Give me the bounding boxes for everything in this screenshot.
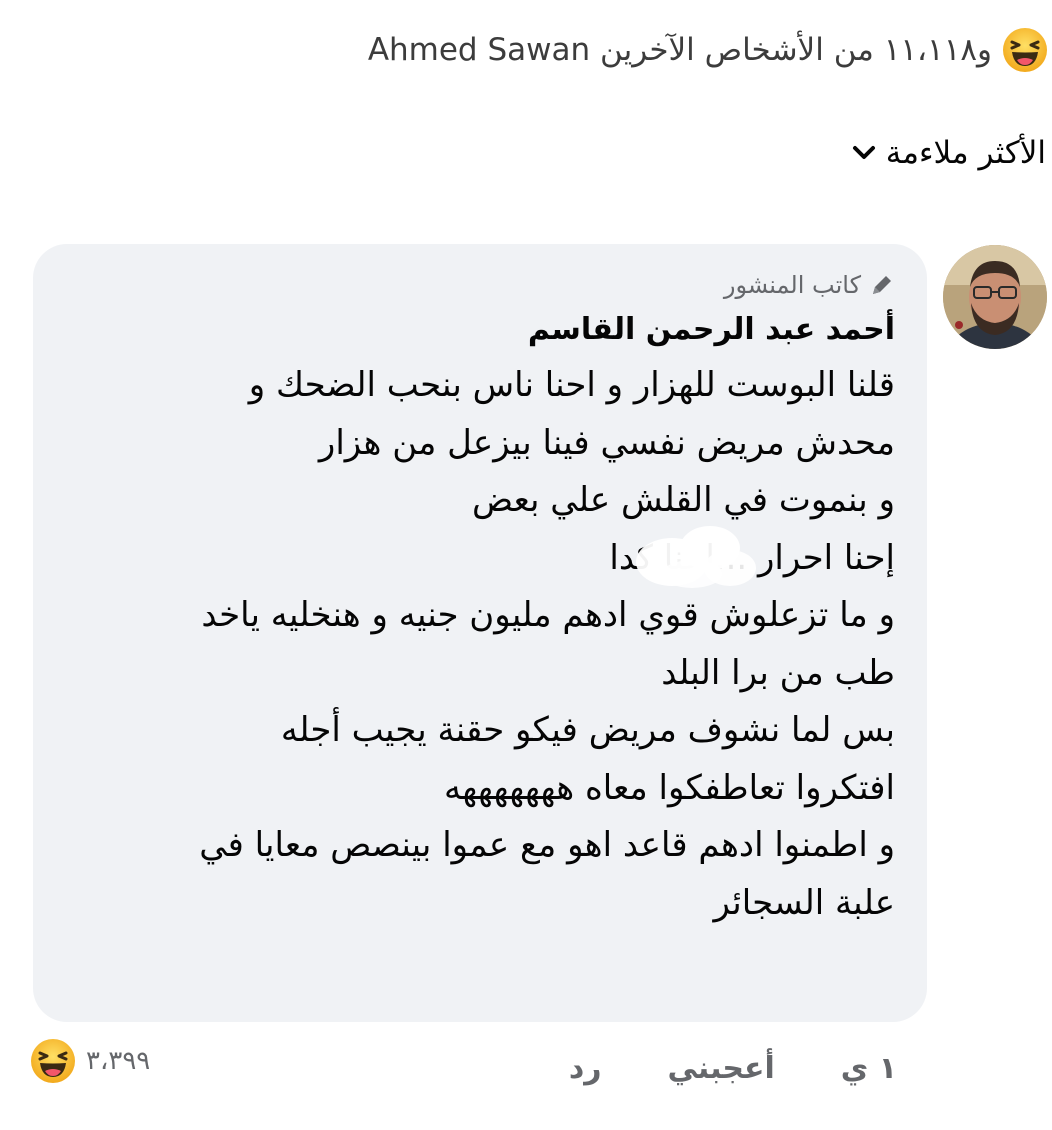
- author-badge: كاتب المنشور: [65, 268, 895, 302]
- avatar[interactable]: [943, 245, 1047, 349]
- reaction-count-text: ٣،٣٩٩: [86, 1046, 151, 1076]
- sort-dropdown[interactable]: الأكثر ملاءمة: [852, 130, 1046, 176]
- reply-button[interactable]: رد: [569, 1051, 602, 1086]
- comment-timestamp[interactable]: ١ ي: [841, 1051, 897, 1086]
- comment-text: قلنا البوست للهزار و احنا ناس بنحب الضحك…: [199, 365, 895, 923]
- comment-bubble: كاتب المنشور أحمد عبد الرحمن القاسم قلنا…: [33, 244, 927, 1022]
- reactions-summary-text: و١١،١١٨ من الأشخاص الآخرين Ahmed Sawan: [367, 32, 992, 68]
- haha-emoji-icon: [31, 1039, 75, 1083]
- like-button[interactable]: أعجبني: [667, 1051, 774, 1086]
- haha-emoji-icon: [1003, 28, 1047, 72]
- comment-reaction-count[interactable]: ٣،٣٩٩: [30, 1036, 150, 1086]
- author-badge-label: كاتب المنشور: [723, 271, 861, 299]
- pencil-icon: [873, 276, 891, 294]
- avatar-photo: [943, 245, 1047, 349]
- sort-label: الأكثر ملاءمة: [885, 135, 1046, 171]
- comment-author-name[interactable]: أحمد عبد الرحمن القاسم: [65, 306, 895, 354]
- reactions-summary[interactable]: و١١،١١٨ من الأشخاص الآخرين Ahmed Sawan: [368, 26, 1048, 74]
- chevron-down-icon: [852, 146, 875, 159]
- comment-actions: ١ ي أعجبني رد: [569, 1040, 897, 1096]
